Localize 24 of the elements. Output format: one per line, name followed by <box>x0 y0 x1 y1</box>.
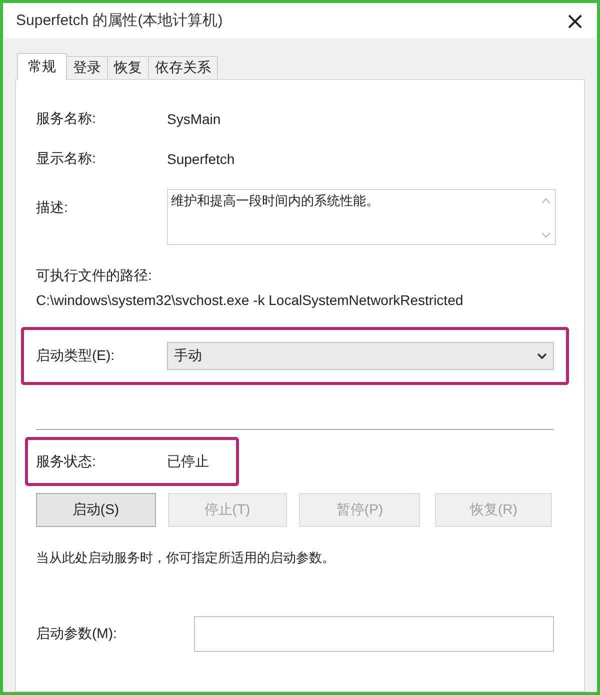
startup-type-dropdown[interactable]: 手动 <box>167 342 554 370</box>
description-box[interactable]: 维护和提高一段时间内的系统性能。 <box>167 189 556 245</box>
window-title: Superfetch 的属性(本地计算机) <box>16 11 223 30</box>
service-button[interactable]: 启动(S) <box>36 493 156 527</box>
field-label: 可执行文件的路径: <box>36 266 153 285</box>
field-value: SysMain <box>167 111 221 127</box>
field-label: 显示名称: <box>36 150 97 168</box>
tab[interactable]: 依存关系 <box>148 56 218 79</box>
field-label: 服务名称: <box>36 110 97 128</box>
field-label: 描述: <box>36 199 69 217</box>
hint-text: 当从此处启动服务时，你可指定所适用的启动参数。 <box>36 549 336 567</box>
scroll-up-icon[interactable] <box>541 198 551 204</box>
description-text: 维护和提高一段时间内的系统性能。 <box>171 192 379 210</box>
chevron-down-icon <box>537 352 547 360</box>
path-text: C:\windows\system32\svchost.exe -k LocalSystemNetworkRestricted <box>36 291 464 310</box>
tab[interactable]: 常规 <box>17 53 67 80</box>
field-label: 服务状态: <box>36 452 97 470</box>
close-button[interactable]: × <box>553 3 597 38</box>
status-value: 已停止 <box>167 452 209 470</box>
field-label: 启动类型(E): <box>36 347 116 365</box>
scroll-down-icon[interactable] <box>541 232 551 238</box>
field-value: Superfetch <box>167 151 235 167</box>
field-label: 启动参数(M): <box>36 625 118 643</box>
parameters-field[interactable] <box>194 616 554 652</box>
